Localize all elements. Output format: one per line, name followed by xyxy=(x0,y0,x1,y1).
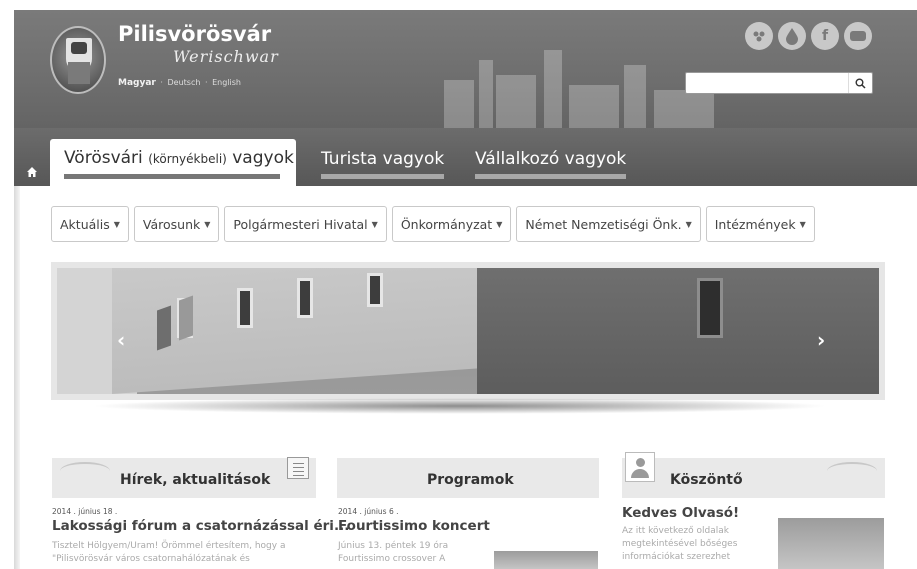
caret-down-icon: ▼ xyxy=(685,219,692,229)
search-input[interactable] xyxy=(686,75,846,95)
youtube-icon[interactable] xyxy=(844,22,872,50)
greeting-panel-header: Köszöntő xyxy=(622,458,885,498)
greeting-excerpt: Az itt következő oldalak xyxy=(622,526,729,536)
photo-window xyxy=(297,278,313,318)
home-icon[interactable] xyxy=(26,166,38,182)
site-subtitle: Werischwar xyxy=(173,47,279,66)
tab-label-main: vagyok xyxy=(232,148,294,168)
news-date: 2014 . június 18 . xyxy=(52,507,118,516)
crest-tower xyxy=(68,62,90,84)
tab-label-small: (környékbeli) xyxy=(148,152,227,166)
carousel-prev-arrow[interactable]: ‹ xyxy=(117,328,125,352)
town-crest-logo[interactable] xyxy=(50,26,106,94)
carousel-next-arrow[interactable]: › xyxy=(817,328,825,352)
tab-tourist[interactable]: Turista vagyok xyxy=(321,149,445,179)
menu-item-nemet-nemzetisegi[interactable]: Német Nemzetiségi Önk. ▼ xyxy=(516,206,701,242)
tab-label-main: Vörösvári xyxy=(64,148,143,168)
greeting-excerpt: megtekintésével bőséges xyxy=(622,539,738,549)
news-panel-header: Hírek, aktualitások xyxy=(52,458,316,498)
caret-down-icon: ▼ xyxy=(799,219,806,229)
search-button[interactable] xyxy=(848,73,872,93)
program-date: 2014 . június 6 . xyxy=(338,507,399,516)
tab-local-resident[interactable]: Vörösvári (környékbeli) vagyok xyxy=(50,139,296,187)
swirl-ornament xyxy=(60,462,110,480)
menu-item-intezmenyek[interactable]: Intézmények ▼ xyxy=(705,206,815,242)
menu-item-label: Városunk xyxy=(142,216,201,232)
image-carousel: ‹ › xyxy=(51,262,885,400)
language-switcher: Magyar · Deutsch · English xyxy=(118,78,241,88)
news-panel-title[interactable]: Hírek, aktualitások xyxy=(120,472,270,488)
drop-icon[interactable] xyxy=(778,22,806,50)
greeting-headline[interactable]: Kedves Olvasó! xyxy=(622,505,739,521)
news-headline[interactable]: Lakossági fórum a csatornázással éri... xyxy=(52,518,349,534)
program-excerpt: Június 13. péntek 19 óra xyxy=(338,541,449,551)
greeting-thumbnail[interactable] xyxy=(778,518,884,569)
site-title[interactable]: Pilisvörösvár xyxy=(118,22,271,46)
news-excerpt: "Pilisvörösvár város csatornahálózatának… xyxy=(52,554,250,564)
frame-border xyxy=(14,186,20,569)
carousel-shadow xyxy=(90,398,830,414)
menu-item-aktualis[interactable]: Aktuális ▼ xyxy=(51,206,129,242)
photo-window xyxy=(367,273,383,307)
tab-underline xyxy=(64,174,280,179)
greeting-panel-title[interactable]: Köszöntő xyxy=(670,472,743,488)
news-list-icon xyxy=(287,457,309,479)
language-german[interactable]: Deutsch xyxy=(168,78,201,87)
program-excerpt: Fourtissimo crossover A xyxy=(338,554,446,564)
tab-label: Vállalkozó vagyok xyxy=(475,149,627,169)
news-excerpt: Tisztelt Hölgyem/Uram! Örömmel értesítem… xyxy=(52,541,286,551)
search-icon xyxy=(855,78,866,89)
programs-panel-header: Programok xyxy=(337,458,599,498)
programs-panel-title[interactable]: Programok xyxy=(427,472,514,488)
language-separator: · xyxy=(204,78,208,87)
search-box xyxy=(685,72,873,95)
greeting-excerpt: információkat szerezhet xyxy=(622,552,731,562)
menu-item-label: Német Nemzetiségi Önk. xyxy=(525,216,682,232)
main-menu: Aktuális ▼ Városunk ▼ Polgármesteri Hivata… xyxy=(51,206,815,242)
language-hungarian[interactable]: Magyar xyxy=(118,78,156,88)
tab-underline xyxy=(475,174,627,179)
program-headline[interactable]: Fourtissimo koncert xyxy=(338,518,490,534)
facebook-icon[interactable]: f xyxy=(811,22,839,50)
swirl-ornament xyxy=(827,462,877,480)
language-english[interactable]: English xyxy=(212,78,241,87)
photo-window xyxy=(697,278,723,338)
caret-down-icon: ▼ xyxy=(113,219,120,229)
social-links: f xyxy=(745,22,872,50)
menu-item-label: Önkormányzat xyxy=(400,216,493,232)
menu-item-polgarmesteri-hivatal[interactable]: Polgármesteri Hivatal ▼ xyxy=(224,206,387,242)
photo-flag xyxy=(179,295,193,341)
flickr-icon[interactable] xyxy=(745,22,773,50)
user-icon xyxy=(625,452,655,482)
crest-eagle xyxy=(71,42,87,54)
carousel-photo-town-hall: ‹ › xyxy=(57,268,879,394)
caret-down-icon: ▼ xyxy=(204,219,211,229)
menu-item-varosunk[interactable]: Városunk ▼ xyxy=(133,206,220,242)
photo-flag xyxy=(157,305,171,351)
tab-label: Turista vagyok xyxy=(321,149,445,169)
tab-entrepreneur[interactable]: Vállalkozó vagyok xyxy=(475,149,627,179)
program-thumbnail[interactable] xyxy=(494,551,598,569)
caret-down-icon: ▼ xyxy=(371,219,378,229)
menu-item-onkormanyzat[interactable]: Önkormányzat ▼ xyxy=(391,206,512,242)
caret-down-icon: ▼ xyxy=(496,219,503,229)
menu-item-label: Intézmények xyxy=(714,216,796,232)
photo-window xyxy=(237,288,253,328)
tab-underline xyxy=(321,174,445,179)
menu-item-label: Aktuális xyxy=(60,216,110,232)
language-separator: · xyxy=(160,78,163,87)
menu-item-label: Polgármesteri Hivatal xyxy=(233,216,368,232)
